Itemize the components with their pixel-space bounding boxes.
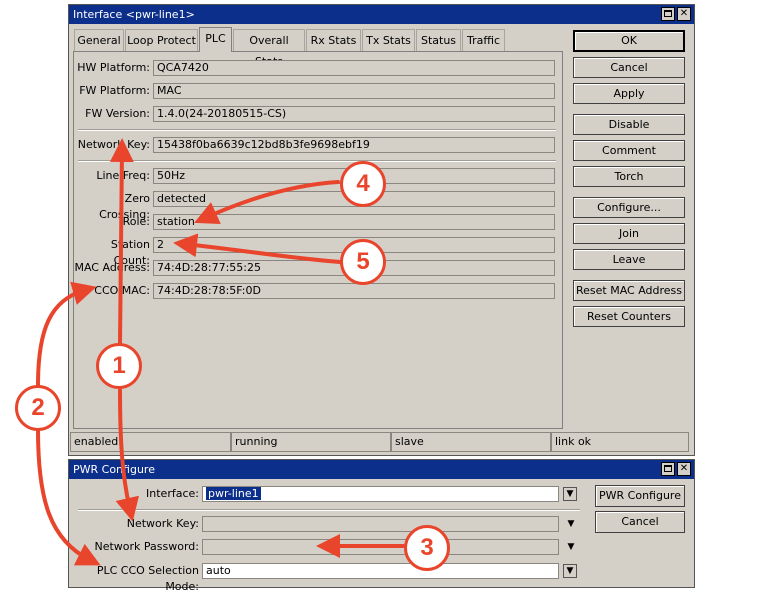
annotation-3: 3 — [404, 525, 450, 571]
annotation-arrows — [36, 138, 405, 566]
annotation-5: 5 — [340, 239, 386, 285]
annotation-2: 2 — [15, 385, 61, 431]
annotation-1: 1 — [96, 343, 142, 389]
annotation-4: 4 — [340, 161, 386, 207]
tab-plc[interactable]: PLC — [199, 27, 232, 52]
